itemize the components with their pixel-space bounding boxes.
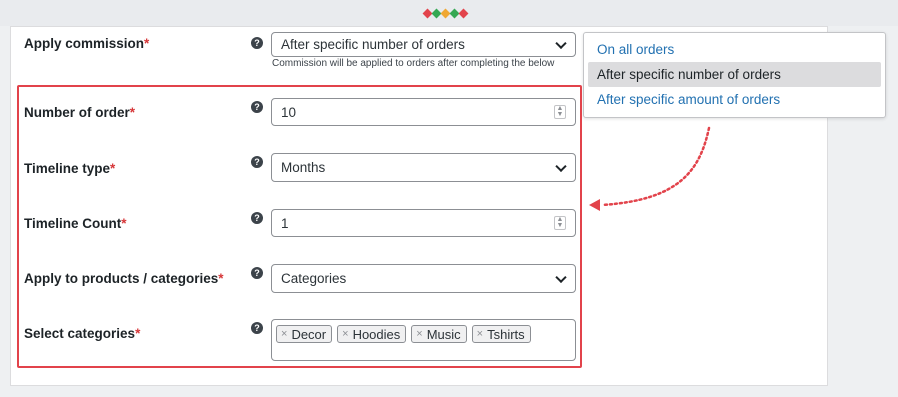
- curved-arrow-icon: [589, 126, 711, 211]
